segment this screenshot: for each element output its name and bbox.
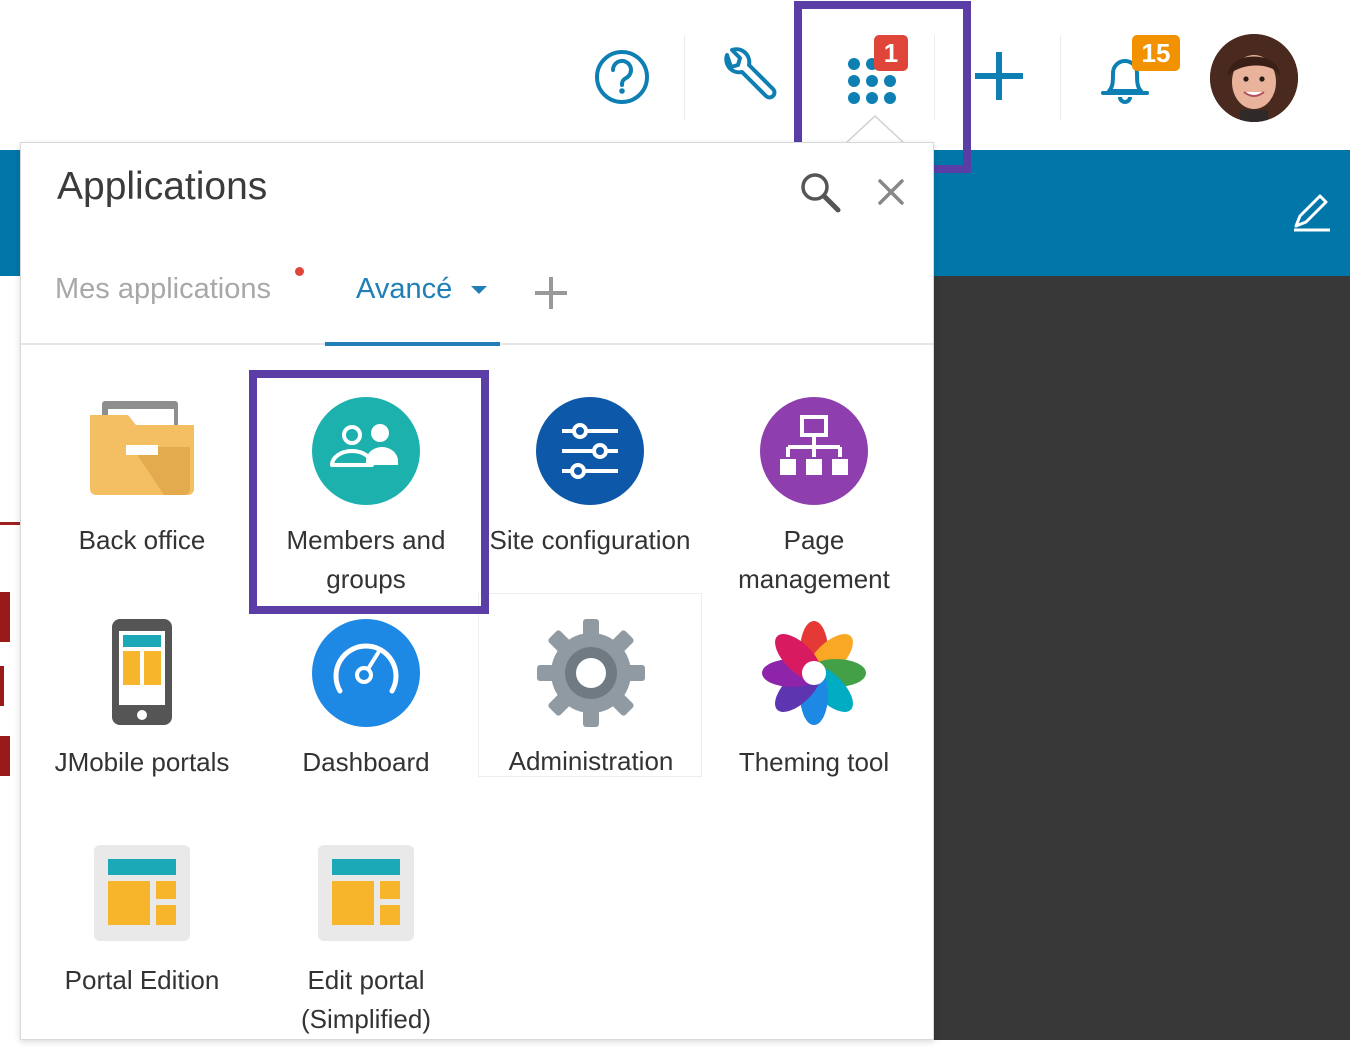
mobile-phone-icon [112, 619, 172, 725]
app-label: Administration [508, 746, 674, 776]
help-icon [595, 50, 649, 104]
gauge-icon [312, 619, 420, 727]
tab-label: Mes applications [55, 273, 271, 305]
members-highlight [249, 370, 489, 614]
layout-icon [318, 845, 414, 941]
sitemap-icon [760, 397, 868, 505]
panel-title: Applications [57, 165, 268, 208]
search-icon[interactable] [797, 169, 843, 215]
tab-avance[interactable]: Avancé [356, 273, 488, 306]
tab-mes-applications[interactable]: Mes applications [55, 273, 271, 306]
app-label: Edit portal (Simplified) [300, 965, 432, 1034]
edit-pencil-icon[interactable] [1288, 188, 1336, 236]
app-theming-tool[interactable]: Theming tool [702, 617, 926, 827]
wrench-icon [724, 47, 777, 100]
app-edit-portal-simplified[interactable]: Edit portal (Simplified) [254, 845, 478, 1055]
help-button[interactable] [590, 45, 654, 109]
layout-icon [94, 845, 190, 941]
app-label: Site configuration [489, 525, 691, 555]
separator [684, 35, 685, 120]
create-button[interactable] [968, 45, 1030, 107]
admin-tools-button[interactable] [715, 45, 781, 111]
add-tab-icon[interactable] [533, 275, 569, 311]
notifications-badge: 15 [1132, 35, 1180, 71]
app-back-office[interactable]: Back office [30, 395, 254, 605]
app-jmobile-portals[interactable]: JMobile portals [30, 617, 254, 827]
app-label: JMobile portals [54, 747, 230, 777]
app-label: Theming tool [738, 747, 890, 777]
close-icon[interactable] [876, 177, 906, 207]
plus-icon [975, 52, 1023, 100]
new-badge-dot [295, 267, 304, 276]
app-dashboard[interactable]: Dashboard [254, 617, 478, 827]
flower-palette-icon [762, 621, 866, 725]
separator [1060, 35, 1061, 120]
page-left-edge [0, 276, 20, 1040]
active-tab-indicator [325, 342, 500, 346]
app-page-management[interactable]: Page management [702, 395, 926, 605]
app-label: Portal Edition [64, 965, 220, 995]
chevron-down-icon [471, 286, 488, 295]
app-portal-edition[interactable]: Portal Edition [30, 845, 254, 1055]
app-site-configuration[interactable]: Site configuration [478, 395, 702, 605]
user-avatar[interactable] [1210, 34, 1298, 122]
top-header: 1 15 [0, 0, 1350, 150]
avatar-portrait [1210, 34, 1298, 122]
sliders-icon [536, 397, 644, 505]
tab-label: Avancé [356, 273, 453, 305]
gear-icon [537, 619, 645, 727]
app-label: Page management [738, 525, 890, 594]
dropdown-caret [845, 114, 905, 144]
app-administration[interactable]: Administration [478, 593, 702, 777]
app-label: Back office [78, 525, 206, 555]
folder-icon [90, 401, 194, 495]
app-label: Dashboard [302, 747, 430, 777]
